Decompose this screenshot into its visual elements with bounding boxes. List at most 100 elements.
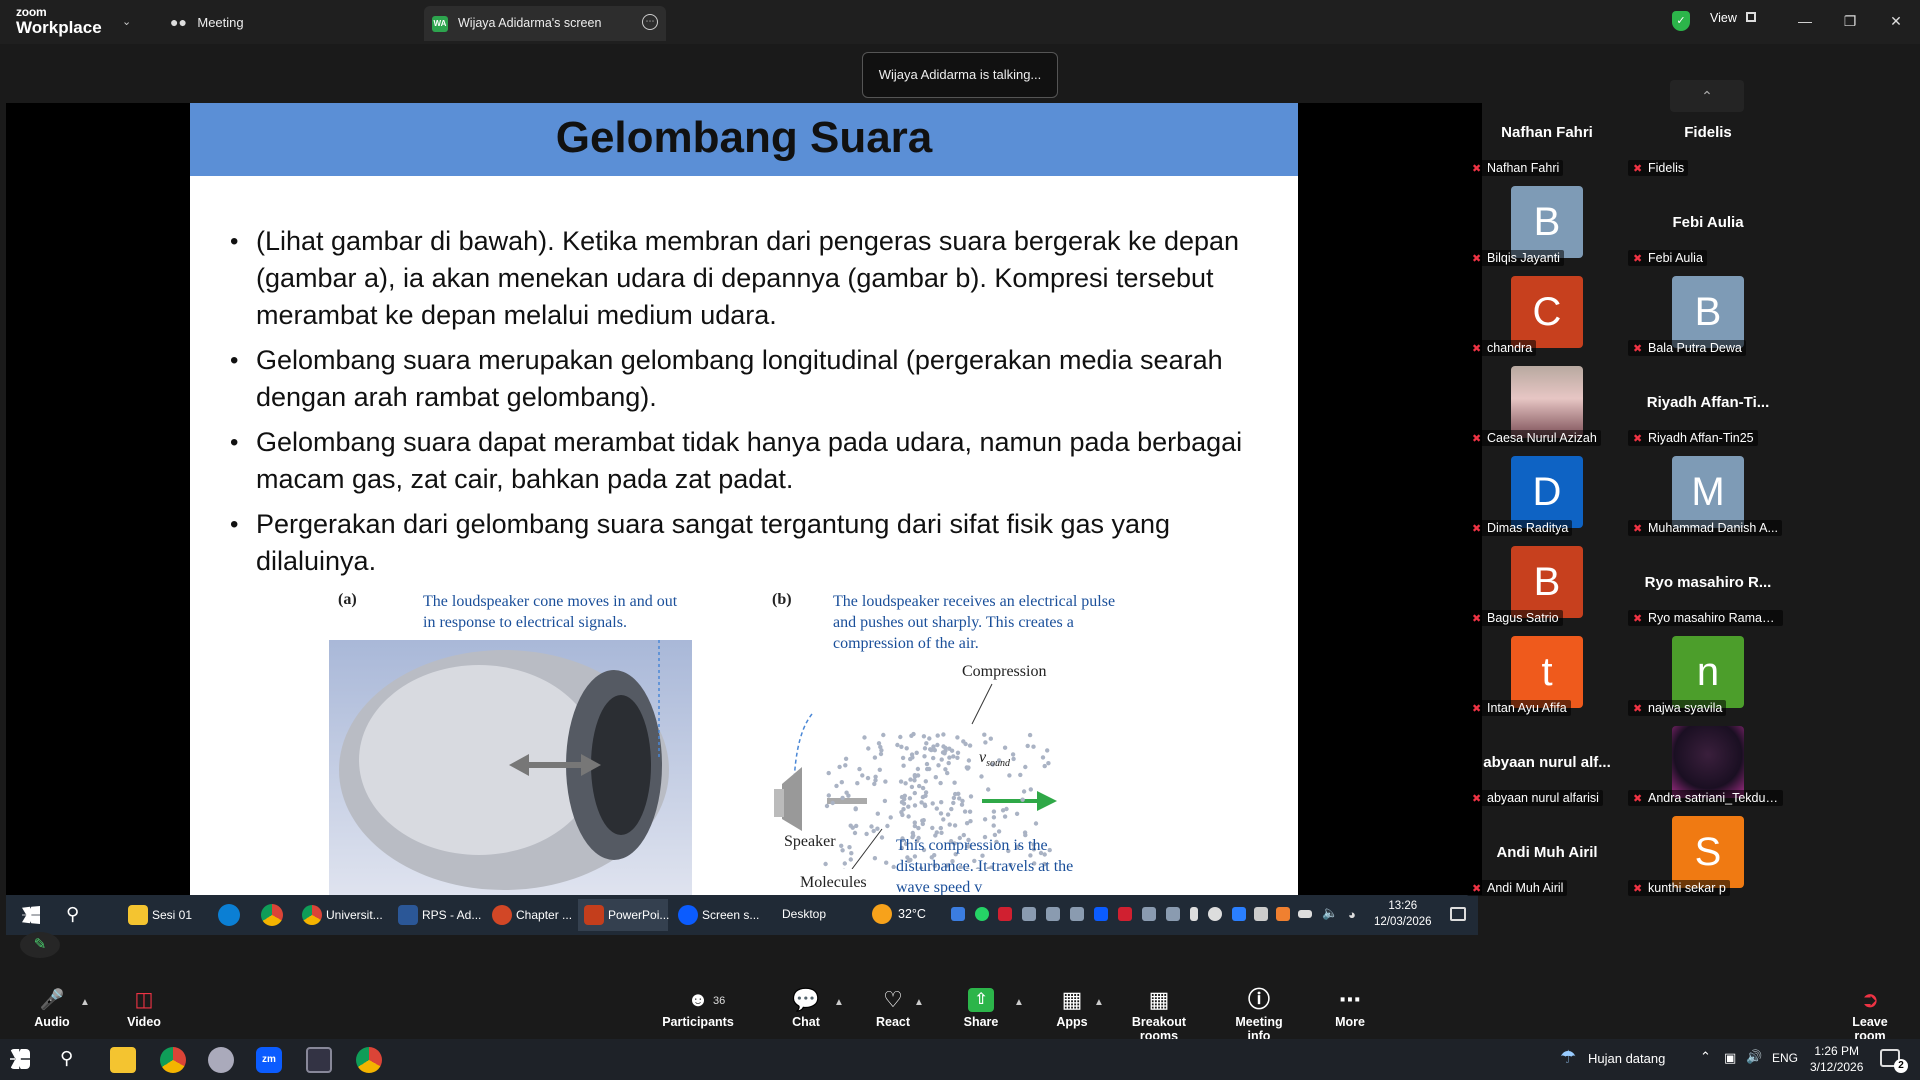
- participant-tile[interactable]: Riyadh Affan-Ti... ✖ Riyadh Affan-Tin25: [1628, 364, 1788, 452]
- chat-button[interactable]: 💬 Chat: [786, 979, 826, 1039]
- zoom-tray-icon[interactable]: [1094, 907, 1108, 921]
- language-indicator[interactable]: ENG: [1772, 1051, 1798, 1065]
- tray-app-icon[interactable]: [998, 907, 1012, 921]
- inner-clock[interactable]: 13:26 12/03/2026: [1374, 898, 1432, 930]
- app-icon[interactable]: [208, 1047, 234, 1073]
- taskbar-item-screen[interactable]: Screen s...: [672, 899, 762, 931]
- participant-label: ✖ najwa syavila: [1628, 700, 1727, 716]
- system-clock[interactable]: 1:26 PM 3/12/2026: [1810, 1043, 1863, 1075]
- muted-microphone-icon: ✖: [1472, 883, 1482, 895]
- molecule-dot: [900, 755, 906, 761]
- participant-tile[interactable]: ✖ Andra satriani_Tekdus...: [1628, 724, 1788, 812]
- taskbar-item-chapter[interactable]: Chapter ...: [486, 899, 572, 931]
- react-button[interactable]: ♡ React: [871, 979, 915, 1039]
- participant-tile[interactable]: B ✖ Bala Putra Dewa: [1628, 274, 1788, 362]
- chat-options-caret[interactable]: ▲: [834, 997, 844, 1008]
- participant-label: ✖ chandra: [1467, 340, 1537, 356]
- volume-icon[interactable]: 🔊: [1746, 1049, 1762, 1065]
- tray-app-icon[interactable]: [951, 907, 965, 921]
- participant-tile[interactable]: C ✖ chandra: [1467, 274, 1627, 362]
- camera-app-icon[interactable]: [306, 1047, 332, 1073]
- notification-icon[interactable]: [1450, 907, 1466, 921]
- chrome-icon[interactable]: [160, 1047, 186, 1073]
- apps-options-caret[interactable]: ▲: [1094, 997, 1104, 1008]
- share-options-caret[interactable]: ▲: [1014, 997, 1024, 1008]
- tray-app-icon[interactable]: [1166, 907, 1180, 921]
- chrome-icon[interactable]: [356, 1047, 382, 1073]
- weather-text[interactable]: Hujan datang: [1588, 1051, 1665, 1066]
- wifi-icon[interactable]: ◕: [1348, 907, 1356, 922]
- chrome-icon[interactable]: [261, 904, 283, 926]
- view-button[interactable]: View: [1710, 11, 1757, 25]
- more-button[interactable]: ⋯ More: [1330, 979, 1370, 1039]
- battery-icon[interactable]: [1298, 910, 1312, 918]
- audio-button[interactable]: 🎤 Audio: [28, 979, 76, 1039]
- tray-app-icon[interactable]: [1022, 907, 1036, 921]
- restore-icon[interactable]: ❐: [1836, 10, 1864, 32]
- start-icon[interactable]: [10, 1049, 30, 1069]
- share-screen-tab[interactable]: WA Wijaya Adidarma's screen ⋯: [424, 6, 666, 41]
- participant-tile[interactable]: Ryo masahiro R... ✖ Ryo masahiro Ramad...: [1628, 544, 1788, 632]
- title-bar: zoom Workplace ⌄ ●● Meeting WA Wijaya Ad…: [0, 0, 1920, 44]
- participant-tile[interactable]: Fidelis ✖ Fidelis: [1628, 94, 1788, 182]
- tray-overflow-chevron-icon[interactable]: ⌃: [1700, 1049, 1711, 1065]
- tray-app-icon[interactable]: [1276, 907, 1290, 921]
- apps-button[interactable]: ▦ Apps: [1052, 979, 1092, 1039]
- video-off-icon: ◫: [134, 989, 154, 1011]
- file-explorer-icon[interactable]: [110, 1047, 136, 1073]
- breakout-rooms-button[interactable]: ▦ Breakout rooms: [1116, 979, 1202, 1044]
- meeting-tab[interactable]: ●● Meeting: [170, 14, 244, 32]
- participant-tile[interactable]: Nafhan Fahri ✖ Nafhan Fahri: [1467, 94, 1627, 182]
- tray-app-icon[interactable]: [1142, 907, 1156, 921]
- security-shield-icon[interactable]: ✓: [1672, 11, 1690, 31]
- whatsapp-icon[interactable]: [975, 907, 989, 921]
- tray-app-icon[interactable]: [1118, 907, 1132, 921]
- participant-tile[interactable]: B ✖ Bagus Satrio: [1467, 544, 1627, 632]
- search-icon[interactable]: ⚲: [66, 904, 79, 925]
- microphone-icon[interactable]: [1190, 907, 1198, 921]
- volume-icon[interactable]: 🔈: [1322, 905, 1338, 921]
- participant-label: ✖ Riyadh Affan-Tin25: [1628, 430, 1758, 446]
- taskbar-item-sesi[interactable]: Sesi 01: [122, 899, 206, 931]
- participant-tile[interactable]: ✖ Caesa Nurul Azizah: [1467, 364, 1627, 452]
- item-label: Universit...: [326, 908, 383, 922]
- video-button[interactable]: ◫ Video: [120, 979, 168, 1039]
- figure-b-label: (b): [772, 591, 792, 608]
- participant-tile[interactable]: abyaan nurul alf... ✖ abyaan nurul alfaris…: [1467, 724, 1627, 812]
- tray-app-icon[interactable]: [1208, 907, 1222, 921]
- start-icon[interactable]: [22, 906, 40, 924]
- bullet-item: • Gelombang suara dapat merambat tidak ha…: [230, 424, 1270, 498]
- search-icon[interactable]: ⚲: [60, 1048, 73, 1069]
- share-button[interactable]: ⇧ Share: [960, 979, 1002, 1039]
- more-options-icon[interactable]: ⋯: [642, 14, 658, 30]
- meeting-info-button[interactable]: ⓘ Meeting info: [1224, 979, 1294, 1044]
- participant-tile[interactable]: D ✖ Dimas Raditya: [1467, 454, 1627, 542]
- audio-options-caret[interactable]: ▲: [80, 997, 90, 1008]
- react-options-caret[interactable]: ▲: [914, 997, 924, 1008]
- tray-app-icon[interactable]: [1046, 907, 1060, 921]
- desktop-toolbar[interactable]: Desktop: [782, 907, 826, 921]
- network-icon[interactable]: ▣: [1724, 1050, 1736, 1066]
- participant-tile[interactable]: n ✖ najwa syavila: [1628, 634, 1788, 722]
- annotate-pencil-icon[interactable]: ✎: [20, 932, 60, 958]
- taskbar-item-rps[interactable]: RPS - Ad...: [392, 899, 481, 931]
- participant-tile[interactable]: S ✖ kunthi sekar p: [1628, 814, 1788, 902]
- bluetooth-icon[interactable]: [1232, 907, 1246, 921]
- taskbar-item-powerpoint[interactable]: PowerPoi...: [578, 899, 669, 931]
- participants-button[interactable]: ☻ Participants: [660, 979, 736, 1039]
- powerpoint-icon: [584, 905, 604, 925]
- zoom-icon[interactable]: zm: [256, 1047, 282, 1073]
- tray-app-icon[interactable]: [1254, 907, 1268, 921]
- participant-tile[interactable]: Andi Muh Airil ✖ Andi Muh Airil: [1467, 814, 1627, 902]
- participant-tile[interactable]: M ✖ Muhammad Danish A...: [1628, 454, 1788, 542]
- close-icon[interactable]: ✕: [1882, 10, 1910, 32]
- tray-app-icon[interactable]: [1070, 907, 1084, 921]
- leave-room-button[interactable]: ➲ Leave room: [1838, 979, 1902, 1044]
- chevron-down-icon[interactable]: ⌄: [122, 15, 131, 28]
- participant-tile[interactable]: B ✖ Bilqis Jayanti: [1467, 184, 1627, 272]
- minimize-icon[interactable]: —: [1791, 10, 1819, 32]
- participant-tile[interactable]: Febi Aulia ✖ Febi Aulia: [1628, 184, 1788, 272]
- taskbar-item-universit[interactable]: Universit...: [296, 899, 386, 931]
- participant-tile[interactable]: t ✖ Intan Ayu Afifa: [1467, 634, 1627, 722]
- edge-icon[interactable]: [218, 904, 240, 926]
